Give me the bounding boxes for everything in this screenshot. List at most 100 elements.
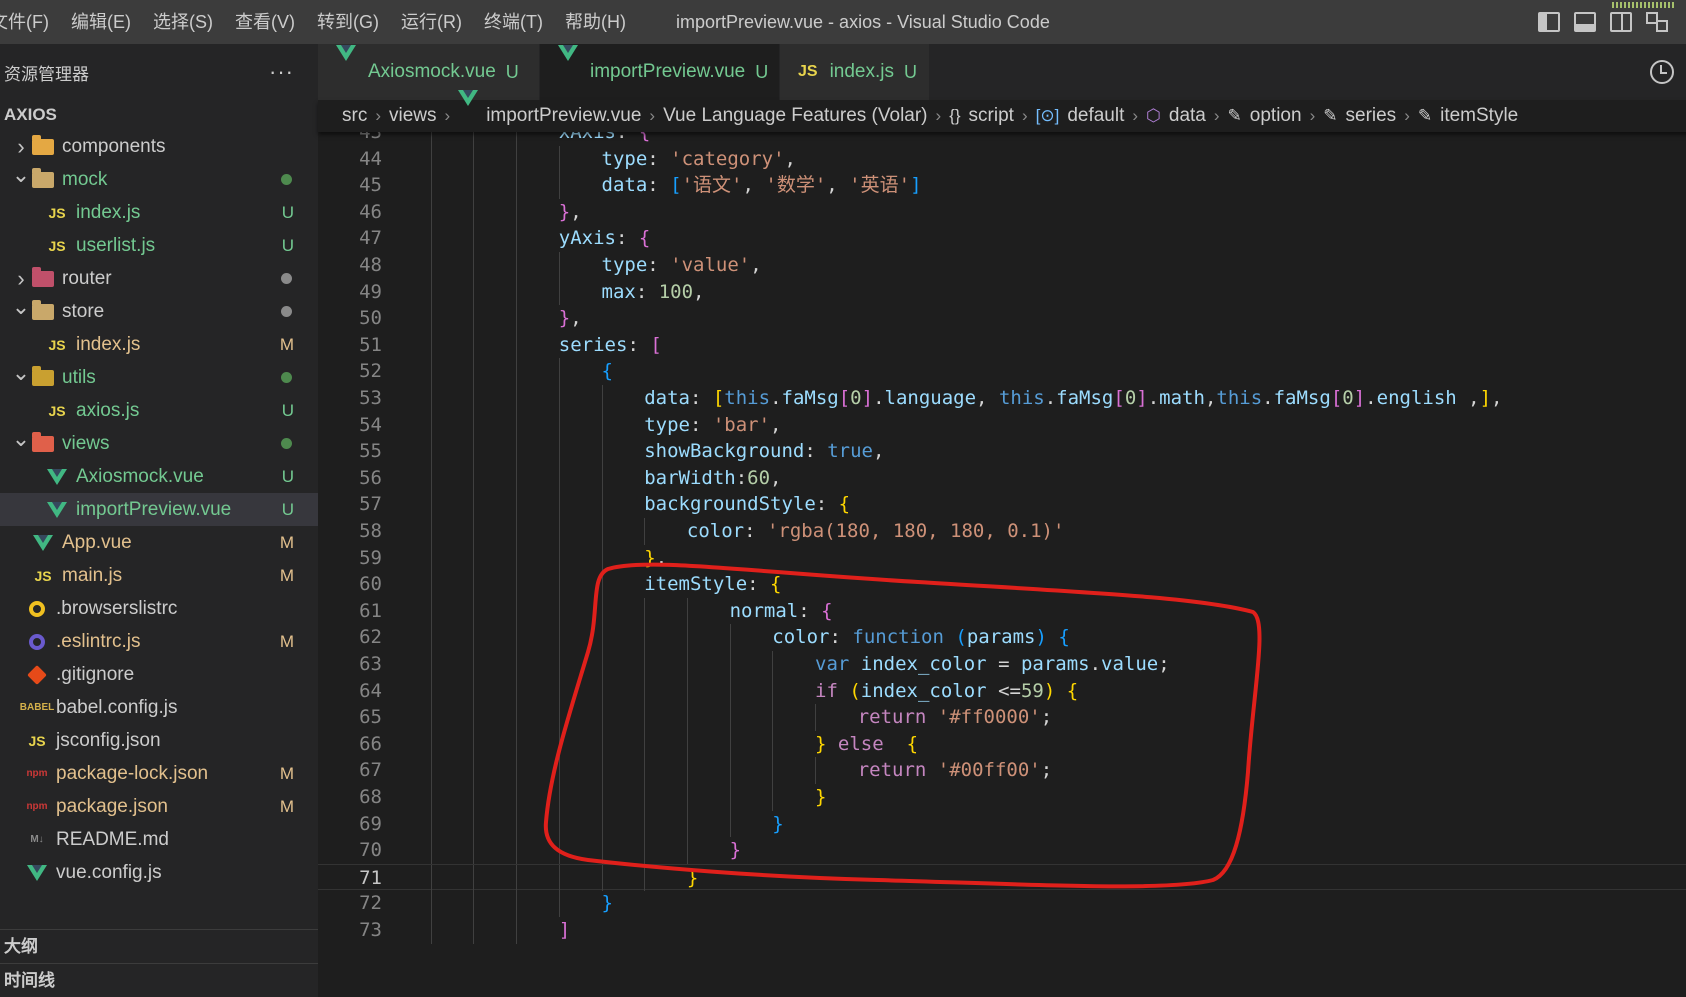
git-status-dot — [281, 174, 292, 185]
code-line[interactable]: 60 itemStyle: { — [318, 571, 1686, 598]
toggle-panel-icon[interactable] — [1574, 12, 1596, 32]
tree-item-babel-config-js[interactable]: BABEL babel.config.js — [0, 691, 318, 724]
timeline-history-icon[interactable] — [1650, 60, 1674, 84]
breadcrumb-item-vue-language-features-volar-[interactable]: Vue Language Features (Volar) — [663, 105, 927, 127]
code-line[interactable]: 70} — [318, 837, 1686, 864]
code-line[interactable]: 71} — [318, 863, 1686, 892]
code-line[interactable]: 52 { — [318, 358, 1686, 385]
code-text: series: [ — [559, 332, 662, 359]
breadcrumb-item-option[interactable]: ✎ option — [1228, 105, 1302, 127]
code-text: }, — [559, 199, 582, 226]
menu-item-3[interactable]: 查看(V) — [224, 0, 306, 44]
vue-file-icon — [558, 45, 578, 83]
tree-item-store[interactable]: ⌄ store — [0, 294, 318, 328]
tree-item-axiosmock-vue[interactable]: Axiosmock.vue U — [0, 460, 318, 493]
indent-guide — [516, 225, 518, 252]
tree-item-importpreview-vue[interactable]: importPreview.vue U — [0, 493, 318, 526]
code-line[interactable]: 43 xAxis: { — [318, 132, 1686, 146]
chevron-down-icon[interactable]: ⌄ — [12, 294, 30, 320]
tree-item-index-js[interactable]: JS index.js U — [0, 196, 318, 229]
breadcrumb-item-itemstyle[interactable]: ✎ itemStyle — [1418, 105, 1518, 127]
tree-item-index-js[interactable]: JS index.js M — [0, 328, 318, 361]
tree-item-main-js[interactable]: JS main.js M — [0, 559, 318, 592]
tree-item-views[interactable]: ⌄ views — [0, 426, 318, 460]
more-actions-icon[interactable]: ··· — [269, 59, 294, 85]
chevron-down-icon[interactable]: ⌄ — [12, 426, 30, 452]
code-line[interactable]: 44 type: 'category', — [318, 145, 1686, 173]
project-folder-header[interactable]: AXIOS — [0, 100, 318, 130]
customize-layout-icon[interactable] — [1646, 12, 1668, 32]
breadcrumb-item-series[interactable]: ✎ series — [1323, 105, 1396, 127]
code-line[interactable]: 68} — [318, 784, 1686, 811]
tree-item-utils[interactable]: ⌄ utils — [0, 360, 318, 394]
code-line[interactable]: 64 if (index_color <=59) { — [318, 677, 1686, 705]
code-line[interactable]: 46}, — [318, 198, 1686, 226]
tree-item--browserslistrc[interactable]: .browserslistrc — [0, 592, 318, 625]
toggle-secondary-sidebar-icon[interactable] — [1610, 12, 1632, 32]
breadcrumb-item-data[interactable]: ⬡ data — [1146, 105, 1206, 127]
tree-item-mock[interactable]: ⌄ mock — [0, 162, 318, 196]
tree-item-readme-md[interactable]: M↓ README.md — [0, 823, 318, 856]
chevron-right-icon[interactable]: › — [12, 134, 30, 160]
code-line[interactable]: 58 color: 'rgba(180, 180, 180, 0.1)' — [318, 518, 1686, 545]
code-line[interactable]: 62 color: function (params) { — [318, 624, 1686, 651]
tree-item-userlist-js[interactable]: JS userlist.js U — [0, 229, 318, 262]
menu-item-1[interactable]: 编辑(E) — [60, 0, 142, 44]
chevron-down-icon[interactable]: ⌄ — [12, 360, 30, 386]
chevron-right-icon[interactable]: › — [12, 266, 30, 292]
code-line[interactable]: 51 series: [ — [318, 331, 1686, 359]
code-line[interactable]: 57 backgroundStyle: { — [318, 491, 1686, 518]
tree-item-jsconfig-json[interactable]: JS jsconfig.json — [0, 724, 318, 757]
code-line[interactable]: 65 return '#ff0000'; — [318, 704, 1686, 731]
indent-guide — [558, 145, 560, 173]
code-editor[interactable]: 43 xAxis: {44 type: 'category', 45 data: ['语… — [318, 132, 1686, 997]
menu-item-5[interactable]: 运行(R) — [390, 0, 473, 44]
code-line[interactable]: 49 max: 100, — [318, 278, 1686, 306]
menu-item-7[interactable]: 帮助(H) — [554, 0, 637, 44]
tree-item-package-lock-json[interactable]: npm package-lock.json M — [0, 757, 318, 790]
code-line[interactable]: 67 return '#00ff00'; — [318, 757, 1686, 784]
javascript-file-icon: JS — [48, 336, 66, 353]
tree-item--eslintrc-js[interactable]: .eslintrc.js M — [0, 625, 318, 658]
breadcrumb-item-importpreview-vue[interactable]: importPreview.vue — [458, 90, 641, 127]
tree-item-components[interactable]: › components — [0, 130, 318, 163]
menu-item-0[interactable]: 文件(F) — [0, 0, 60, 44]
code-line[interactable]: 53 data: [this.faMsg[0].language, this.fa… — [318, 385, 1686, 412]
menu-item-6[interactable]: 终端(T) — [473, 0, 554, 44]
tree-item--gitignore[interactable]: .gitignore — [0, 658, 318, 691]
tree-item-router[interactable]: › router — [0, 262, 318, 295]
code-line[interactable]: 45 data: ['语文', '数学', '英语'] — [318, 172, 1686, 199]
code-token: barWidth — [644, 466, 736, 489]
indent-guide — [430, 757, 432, 784]
code-line[interactable]: 55 showBackground: true, — [318, 438, 1686, 465]
tab-axiosmock-vue[interactable]: Axiosmock.vue U — [318, 44, 540, 100]
breadcrumb-item-default[interactable]: [⊙] default — [1036, 105, 1125, 127]
menu-item-4[interactable]: 转到(G) — [306, 0, 390, 44]
tree-item-app-vue[interactable]: App.vue M — [0, 526, 318, 559]
tree-item-axios-js[interactable]: JS axios.js U — [0, 394, 318, 427]
tab-importpreview-vue[interactable]: importPreview.vueU✕ — [540, 44, 799, 100]
tree-item-package-json[interactable]: npm package.json M — [0, 790, 318, 823]
code-line[interactable]: 72} — [318, 890, 1686, 917]
code-line[interactable]: 61 normal: { — [318, 597, 1686, 625]
tree-item-vue-config-js[interactable]: vue.config.js — [0, 856, 318, 889]
outline-section[interactable]: 大纲 — [0, 929, 318, 963]
menu-item-2[interactable]: 选择(S) — [142, 0, 224, 44]
code-line[interactable]: 73] — [318, 917, 1686, 944]
code-line[interactable]: 56 barWidth:60, — [318, 464, 1686, 492]
code-line[interactable]: 59}, — [318, 544, 1686, 572]
code-line[interactable]: 69} — [318, 810, 1686, 838]
code-line[interactable]: 66} else { — [318, 730, 1686, 758]
code-line[interactable]: 54 type: 'bar', — [318, 411, 1686, 439]
toggle-primary-sidebar-icon[interactable] — [1538, 12, 1560, 32]
code-line[interactable]: 63 var index_color = params.value; — [318, 651, 1686, 678]
code-line[interactable]: 50}, — [318, 305, 1686, 332]
timeline-section[interactable]: 时间线 — [0, 963, 318, 997]
breadcrumb-item-src[interactable]: src — [342, 105, 367, 127]
tab-index-js[interactable]: JS index.js U — [780, 44, 930, 100]
code-line[interactable]: 47 yAxis: { — [318, 225, 1686, 252]
chevron-down-icon[interactable]: ⌄ — [12, 162, 30, 188]
breadcrumb-item-script[interactable]: {} script — [949, 105, 1014, 127]
breadcrumb-item-views[interactable]: views — [389, 105, 437, 127]
code-line[interactable]: 48 type: 'value', — [318, 252, 1686, 279]
